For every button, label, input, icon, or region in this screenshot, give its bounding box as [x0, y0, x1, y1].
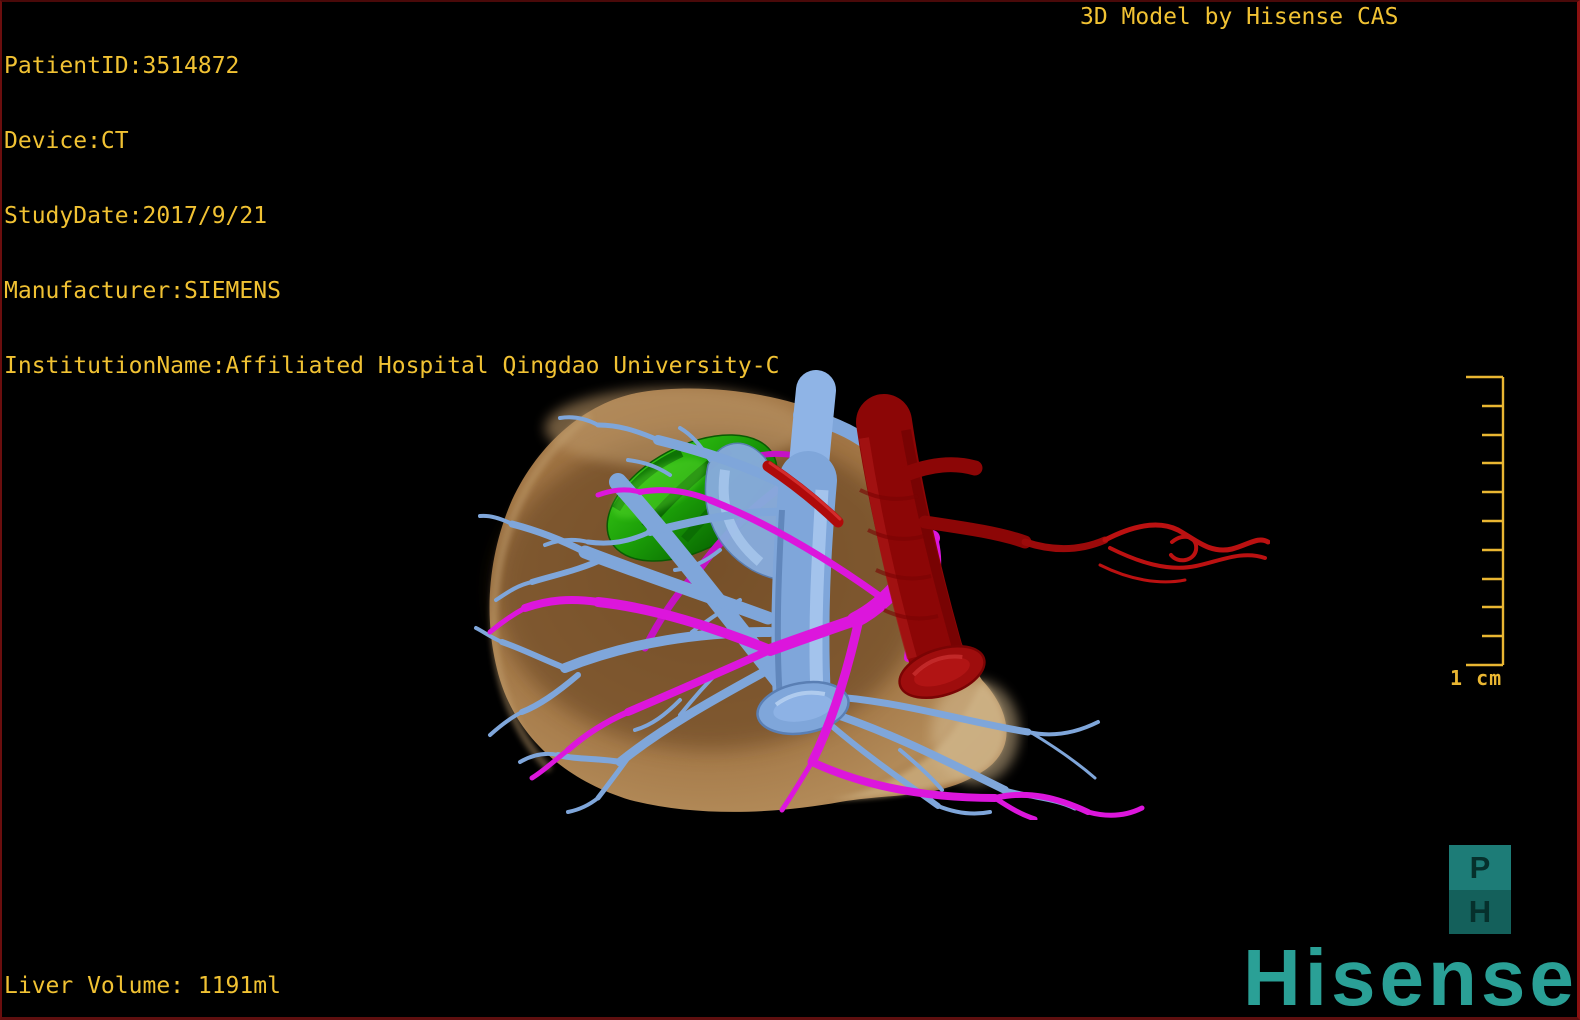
- liver-volume-readout: Liver Volume: 1191ml: [4, 973, 281, 999]
- manufacturer-line: Manufacturer:SIEMENS: [4, 278, 281, 304]
- watermark-title: 3D Model by Hisense CAS: [1080, 4, 1399, 30]
- hisense-logo: Hisense: [1243, 933, 1578, 1020]
- aorta-branch-upper: [898, 457, 983, 482]
- cas-viewer-window: PatientID:3514872 Device:CT StudyDate:20…: [0, 0, 1580, 1020]
- cube-letter-p: P: [1469, 849, 1491, 885]
- patient-id-line: PatientID:3514872: [4, 53, 240, 79]
- cube-letter-h: H: [1468, 894, 1492, 930]
- ivc-highlight: [809, 489, 829, 696]
- scale-label: 1 cm: [1450, 666, 1503, 690]
- cube-bottom-half: H: [1449, 889, 1511, 934]
- liver-3d-viewport[interactable]: [470, 370, 1270, 820]
- cube-top-half: P: [1449, 845, 1511, 890]
- aorta-vessel[interactable]: [856, 394, 1270, 707]
- bright-artery-branches: [1098, 522, 1270, 584]
- device-line: Device:CT: [4, 128, 129, 154]
- study-date-line: StudyDate:2017/9/21: [4, 203, 268, 229]
- institution-line: InstitutionName:Affiliated Hospital Qing…: [4, 353, 780, 379]
- scale-ruler: [1466, 375, 1505, 667]
- patient-info-overlay: PatientID:3514872 Device:CT StudyDate:20…: [4, 4, 779, 429]
- artery-branch-thin: [1021, 536, 1109, 552]
- aorta-branch-right: [918, 515, 1032, 549]
- ruler-marks: [1466, 375, 1505, 667]
- ph-cube-logo: P H: [1449, 845, 1511, 934]
- ivc-trunk: [771, 451, 837, 729]
